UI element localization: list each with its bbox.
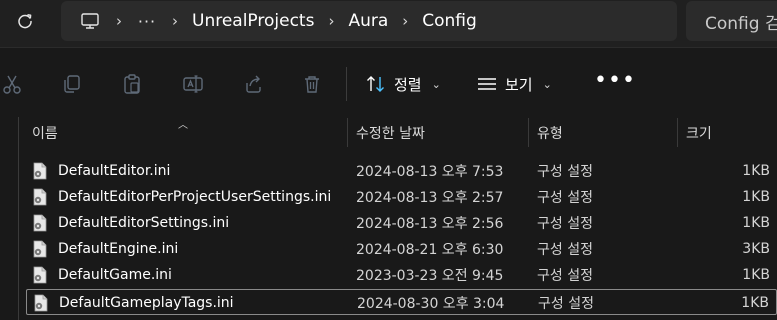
breadcrumb-separator[interactable]: › <box>102 12 136 30</box>
address-bar-row: › ··· › UnrealProjects › Aura › Config C… <box>0 0 777 47</box>
column-divider[interactable] <box>528 118 529 147</box>
view-button[interactable]: 보기 ⌄ <box>476 70 552 98</box>
sort-button[interactable]: 정렬 ⌄ <box>365 70 441 98</box>
chevron-down-icon: ⌄ <box>431 77 441 91</box>
file-row[interactable]: DefaultGame.ini 2023-03-23 오전 9:45 구성 설정… <box>26 262 777 288</box>
column-header-row: ︿ 이름 수정한 날짜 유형 크기 <box>0 117 777 148</box>
file-name: DefaultGame.ini <box>58 267 172 283</box>
file-name: DefaultEditorSettings.ini <box>58 215 230 231</box>
delete-icon[interactable] <box>300 72 324 96</box>
file-size: 3KB <box>742 241 770 257</box>
file-row-selected[interactable]: DefaultGameplayTags.ini 2024-08-30 오후 3:… <box>26 289 777 315</box>
column-header-size[interactable]: 크기 <box>686 117 777 148</box>
file-size: 1KB <box>742 215 770 231</box>
settings-file-icon <box>34 294 48 312</box>
file-row[interactable]: DefaultEditorSettings.ini 2024-08-13 오후 … <box>26 210 777 236</box>
settings-file-icon <box>33 240 47 258</box>
file-size: 1KB <box>742 189 770 205</box>
breadcrumb-aura[interactable]: Aura <box>348 11 388 31</box>
breadcrumb-config[interactable]: Config <box>422 11 477 31</box>
refresh-button[interactable] <box>8 6 42 36</box>
settings-file-icon <box>33 162 47 180</box>
refresh-icon <box>18 14 32 29</box>
file-type: 구성 설정 <box>537 268 593 284</box>
copy-icon[interactable] <box>60 72 84 96</box>
file-type: 구성 설정 <box>537 164 593 180</box>
breadcrumb-separator[interactable]: › <box>388 12 422 30</box>
file-name: DefaultEngine.ini <box>58 241 179 257</box>
view-icon <box>478 78 496 90</box>
column-header-type[interactable]: 유형 <box>537 117 677 148</box>
file-row[interactable]: DefaultEditor.ini 2024-08-13 오후 7:53 구성 … <box>26 158 777 184</box>
address-box[interactable]: › ··· › UnrealProjects › Aura › Config <box>61 1 677 41</box>
file-date: 2024-08-13 오후 7:53 <box>356 164 504 180</box>
file-date: 2023-03-23 오전 9:45 <box>356 268 504 284</box>
file-type: 구성 설정 <box>537 190 593 206</box>
column-header-name[interactable]: 이름 <box>32 117 347 148</box>
cut-icon[interactable] <box>0 72 24 96</box>
breadcrumb-separator[interactable]: › <box>158 12 192 30</box>
column-divider[interactable] <box>677 118 678 147</box>
paste-icon[interactable] <box>120 72 144 96</box>
breadcrumb-separator[interactable]: › <box>314 12 348 30</box>
column-divider[interactable] <box>347 118 348 147</box>
file-type: 구성 설정 <box>538 296 594 312</box>
breadcrumb-overflow-button[interactable]: ··· <box>136 12 158 31</box>
column-date-label: 수정한 날짜 <box>356 125 425 142</box>
view-label: 보기 <box>505 75 533 94</box>
command-bar: 정렬 ⌄ 보기 ⌄ ••• <box>0 47 777 117</box>
pane-divider <box>18 117 19 320</box>
file-date: 2024-08-13 오후 2:57 <box>356 190 504 206</box>
more-options-button[interactable]: ••• <box>594 70 636 92</box>
column-header-date[interactable]: 수정한 날짜 <box>356 117 526 148</box>
computer-icon[interactable] <box>78 9 102 33</box>
file-size: 1KB <box>742 267 770 283</box>
file-size: 1KB <box>742 163 770 179</box>
search-placeholder: Config 검 <box>705 13 777 34</box>
search-input[interactable]: Config 검 <box>686 1 777 41</box>
rename-icon[interactable] <box>181 72 205 96</box>
settings-file-icon <box>33 266 47 284</box>
file-row[interactable]: DefaultEngine.ini 2024-08-21 오후 6:30 구성 … <box>26 236 777 262</box>
file-date: 2024-08-21 오후 6:30 <box>356 242 504 258</box>
chevron-down-icon: ⌄ <box>542 77 552 91</box>
settings-file-icon <box>33 214 47 232</box>
column-name-label: 이름 <box>32 125 58 142</box>
settings-file-icon <box>33 188 47 206</box>
sort-label: 정렬 <box>394 75 422 94</box>
column-size-label: 크기 <box>686 125 712 142</box>
toolbar-divider <box>346 67 347 101</box>
file-type: 구성 설정 <box>537 216 593 232</box>
file-date: 2024-08-30 오후 3:04 <box>357 296 505 312</box>
file-name: DefaultEditorPerProjectUserSettings.ini <box>58 189 332 205</box>
share-icon[interactable] <box>241 72 265 96</box>
file-date: 2024-08-13 오후 2:56 <box>356 216 504 232</box>
breadcrumb-unrealprojects[interactable]: UnrealProjects <box>192 11 314 31</box>
sort-icon <box>367 76 384 92</box>
file-name: DefaultGameplayTags.ini <box>59 295 234 311</box>
file-size: 1KB <box>741 295 769 311</box>
file-row[interactable]: DefaultEditorPerProjectUserSettings.ini … <box>26 184 777 210</box>
column-type-label: 유형 <box>537 125 563 142</box>
file-name: DefaultEditor.ini <box>58 163 171 179</box>
file-type: 구성 설정 <box>537 242 593 258</box>
